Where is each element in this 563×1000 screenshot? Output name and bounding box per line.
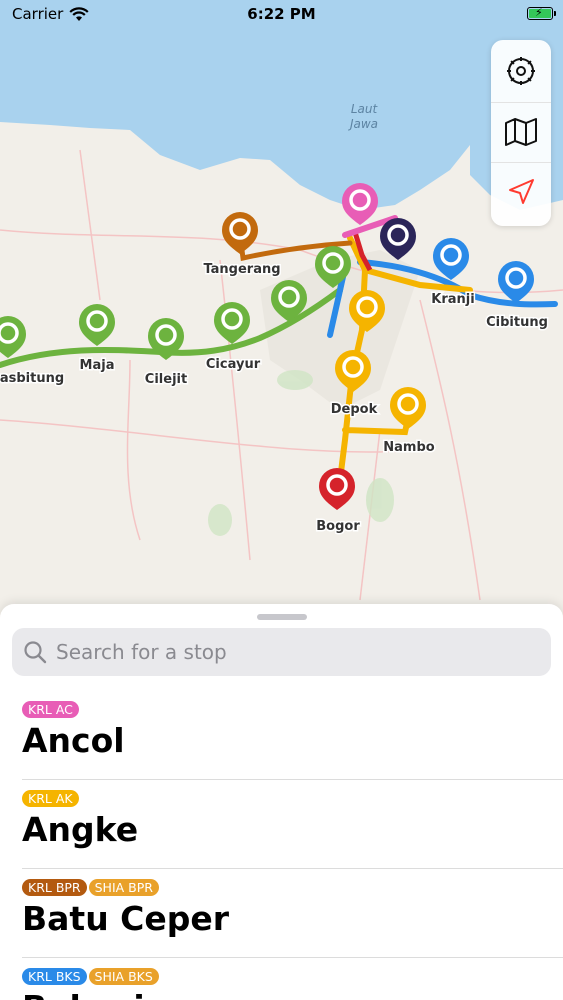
place-label-tangerang: Tangerang: [203, 262, 280, 277]
sea-label-1: Laut: [351, 102, 379, 116]
place-label-cilejit: Cilejit: [145, 372, 187, 387]
sheet-grabber[interactable]: [257, 614, 307, 620]
search-bar[interactable]: [12, 628, 551, 676]
line-tag: KRL BPR: [22, 879, 87, 896]
place-label-cibitung: Cibitung: [486, 315, 548, 330]
place-label-bogor: Bogor: [316, 519, 360, 534]
line-tag: KRL AK: [22, 790, 79, 807]
stop-name: Bekasi: [22, 988, 145, 1000]
search-input[interactable]: [54, 639, 528, 665]
map-view[interactable]: Laut Jawa Tangerang Kranji Cibitung asbi…: [0, 0, 563, 620]
status-bar: Carrier 6:22 PM ⚡: [0, 0, 563, 28]
line-tag: SHIA BPR: [88, 879, 159, 896]
line-tag: KRL BKS: [22, 968, 87, 985]
stop-row-ancol[interactable]: KRL AC Ancol: [0, 691, 563, 780]
place-label-rangkasbitung: asbitung: [0, 371, 64, 386]
stops-sheet[interactable]: KRL AC Ancol KRL AK Angke KRL BPR SHIA B…: [0, 604, 563, 1000]
search-icon: [24, 641, 47, 664]
map-icon: [505, 118, 537, 146]
place-label-nambo: Nambo: [383, 440, 435, 455]
location-arrow-icon: [509, 179, 534, 204]
place-label-maja: Maja: [80, 358, 115, 373]
stop-name: Ancol: [22, 721, 125, 760]
current-location-button[interactable]: [491, 162, 551, 221]
map-type-button[interactable]: [491, 102, 551, 161]
map-controls: [491, 40, 551, 226]
place-label-cicayur: Cicayur: [206, 357, 261, 372]
sea-label-2: Jawa: [348, 117, 378, 131]
stop-row-batu-ceper[interactable]: KRL BPR SHIA BPR Batu Ceper: [0, 869, 563, 958]
place-label-kranji: Kranji: [431, 292, 474, 307]
stop-row-bekasi[interactable]: KRL BKS SHIA BKS Bekasi: [0, 958, 563, 1000]
stop-name: Angke: [22, 810, 139, 849]
settings-button[interactable]: [491, 42, 551, 100]
place-label-depok: Depok: [331, 402, 378, 417]
clock: 6:22 PM: [247, 5, 316, 23]
stop-row-angke[interactable]: KRL AK Angke: [0, 780, 563, 869]
line-tag: SHIA BKS: [88, 968, 159, 985]
gear-icon: [507, 57, 535, 85]
battery-icon: ⚡: [527, 6, 556, 20]
stop-name: Batu Ceper: [22, 899, 230, 938]
line-tag: KRL AC: [22, 701, 79, 718]
